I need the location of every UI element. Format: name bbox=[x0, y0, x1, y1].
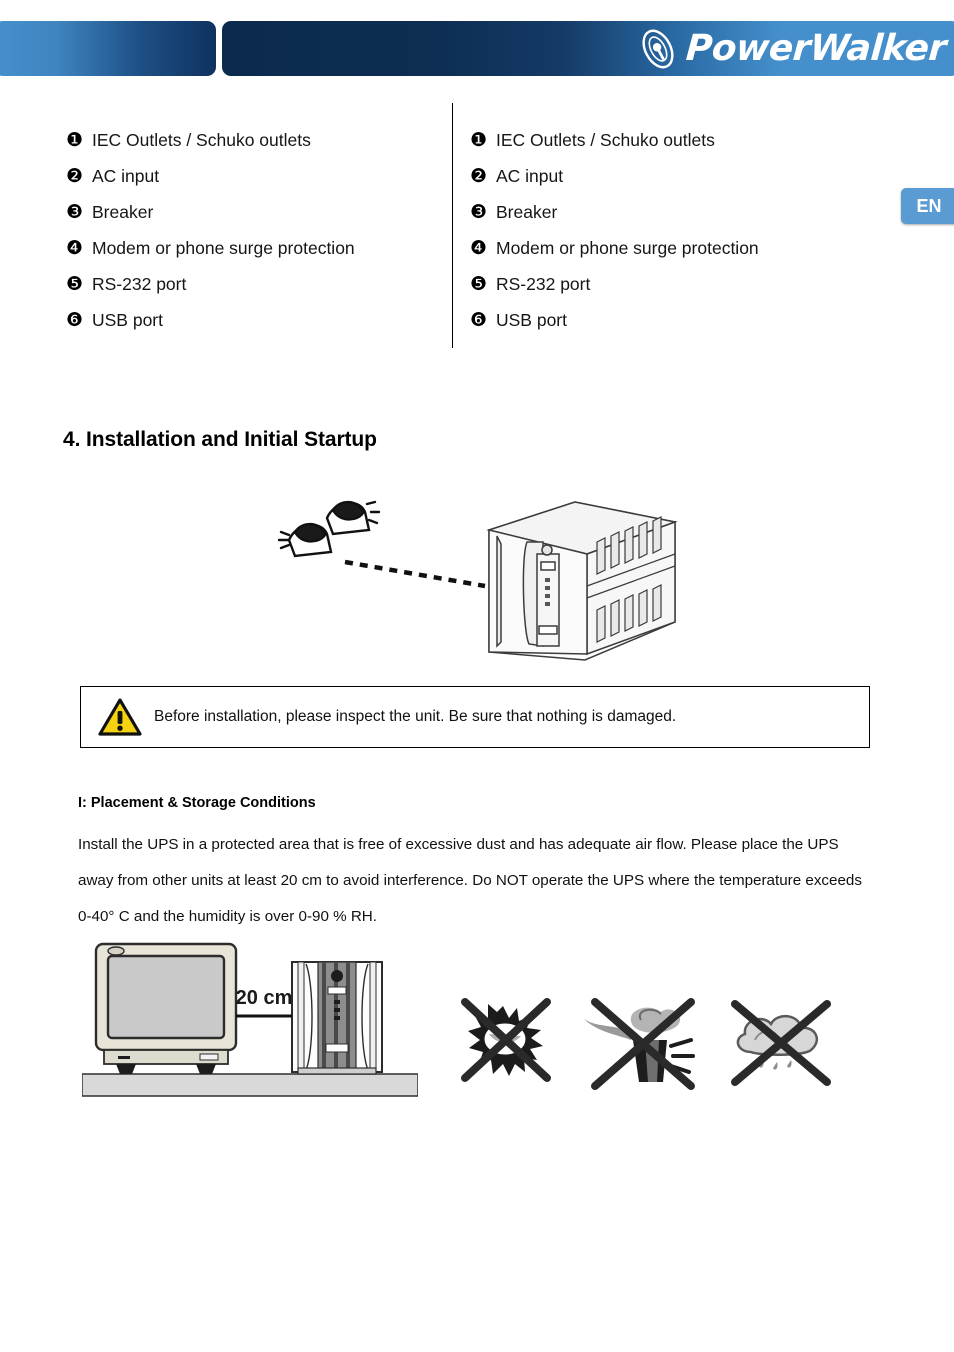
list-item: ❷ AC input bbox=[66, 166, 355, 202]
subsection-paragraph: Install the UPS in a protected area that… bbox=[78, 836, 862, 925]
legend-column-divider bbox=[452, 103, 453, 348]
legend-column-right: ❶ IEC Outlets / Schuko outlets ❷ AC inpu… bbox=[470, 130, 759, 346]
list-item-label: AC input bbox=[496, 166, 564, 186]
number-badge-1-icon: ❶ bbox=[470, 129, 488, 151]
list-item-label: IEC Outlets / Schuko outlets bbox=[92, 130, 311, 150]
warning-callout: Before installation, please inspect the … bbox=[80, 686, 870, 748]
list-item: ❻ USB port bbox=[470, 310, 759, 346]
prohibited-conditions-illustration bbox=[461, 998, 831, 1090]
subsection-heading: I: Placement & Storage Conditions bbox=[78, 795, 316, 811]
number-badge-6-icon: ❻ bbox=[66, 309, 84, 331]
monitor-and-ups-spacing-illustration: 20 cm bbox=[82, 942, 418, 1097]
header-bar-left bbox=[0, 21, 216, 76]
number-badge-3-icon: ❸ bbox=[66, 201, 84, 223]
legend-column-left: ❶ IEC Outlets / Schuko outlets ❷ AC inpu… bbox=[66, 130, 355, 346]
no-direct-sunlight-icon bbox=[461, 998, 551, 1082]
list-item: ❺ RS-232 port bbox=[66, 274, 355, 310]
number-badge-1-icon: ❶ bbox=[66, 129, 84, 151]
list-item: ❹ Modem or phone surge protection bbox=[66, 238, 355, 274]
list-item: ❶ IEC Outlets / Schuko outlets bbox=[66, 130, 355, 166]
spacing-label: 20 cm bbox=[236, 987, 293, 1009]
list-item-label: IEC Outlets / Schuko outlets bbox=[496, 130, 715, 150]
list-item-label: Breaker bbox=[92, 202, 154, 222]
list-item-label: AC input bbox=[92, 166, 160, 186]
number-badge-2-icon: ❷ bbox=[470, 165, 488, 187]
number-badge-6-icon: ❻ bbox=[470, 309, 488, 331]
list-item-label: Breaker bbox=[496, 202, 558, 222]
warning-text: Before installation, please inspect the … bbox=[154, 708, 677, 725]
brand-logo: PowerWalker bbox=[636, 26, 948, 72]
warning-triangle-icon bbox=[98, 698, 142, 736]
page-header: PowerWalker bbox=[0, 0, 954, 100]
section-heading: 4. Installation and Initial Startup bbox=[63, 428, 377, 451]
number-badge-5-icon: ❺ bbox=[470, 273, 488, 295]
list-item: ❸ Breaker bbox=[66, 202, 355, 238]
sight-line bbox=[344, 559, 486, 589]
number-badge-4-icon: ❹ bbox=[470, 237, 488, 259]
ups-unit-side-icon bbox=[291, 961, 383, 1075]
number-badge-5-icon: ❺ bbox=[66, 273, 84, 295]
list-item: ❺ RS-232 port bbox=[470, 274, 759, 310]
list-item-label: USB port bbox=[92, 310, 163, 330]
powerwalker-oval-icon bbox=[642, 29, 674, 69]
eyes-inspecting-ups-illustration bbox=[277, 500, 678, 661]
list-item: ❶ IEC Outlets / Schuko outlets bbox=[470, 130, 759, 166]
number-badge-3-icon: ❸ bbox=[470, 201, 488, 223]
legend-section: ❶ IEC Outlets / Schuko outlets ❷ AC inpu… bbox=[0, 100, 954, 355]
list-item: ❷ AC input bbox=[470, 166, 759, 202]
brand-name: PowerWalker bbox=[684, 28, 948, 69]
list-item: ❹ Modem or phone surge protection bbox=[470, 238, 759, 274]
crt-monitor-icon bbox=[94, 942, 238, 1074]
list-item: ❸ Breaker bbox=[470, 202, 759, 238]
list-item-label: RS-232 port bbox=[92, 274, 187, 294]
list-item-label: USB port bbox=[496, 310, 567, 330]
list-item-label: Modem or phone surge protection bbox=[92, 238, 355, 258]
number-badge-4-icon: ❹ bbox=[66, 237, 84, 259]
list-item-label: Modem or phone surge protection bbox=[496, 238, 759, 258]
no-smoke-or-chemical-vapour-icon bbox=[583, 998, 695, 1090]
list-item-label: RS-232 port bbox=[496, 274, 591, 294]
ups-unit-illustration bbox=[486, 501, 678, 661]
no-rain-or-moisture-icon bbox=[731, 1000, 831, 1086]
placement-conditions-block: I: Placement & Storage Conditions Instal… bbox=[78, 795, 868, 935]
inspecting-eyes-icon bbox=[277, 500, 381, 558]
list-item: ❻ USB port bbox=[66, 310, 355, 346]
number-badge-2-icon: ❷ bbox=[66, 165, 84, 187]
